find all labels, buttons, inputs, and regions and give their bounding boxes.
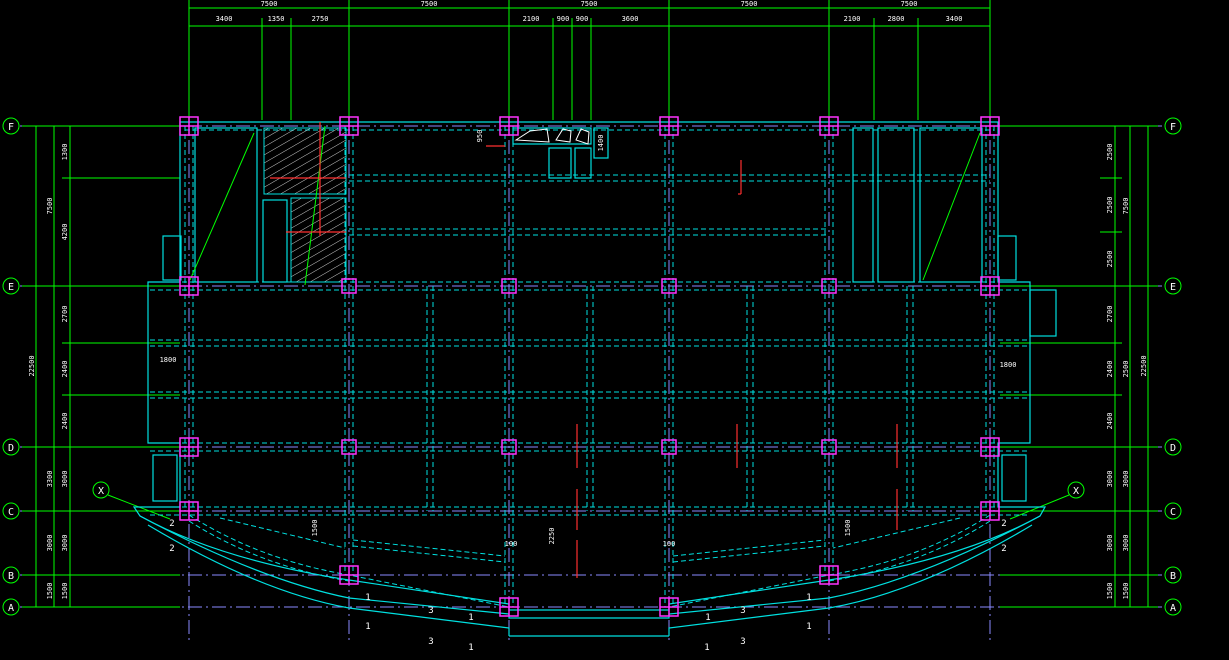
axis-label-D-left: D [8, 443, 14, 454]
dim-1400: 1400 [597, 135, 605, 152]
left-sub-dim-1: 1300 [61, 144, 69, 161]
beam-mark: 1 [705, 613, 710, 623]
axis-label-A-left: A [8, 603, 14, 614]
top-sub-dim-6: 900 [576, 15, 589, 23]
top-sub-dim-4: 2100 [523, 15, 540, 23]
beam-mark: 1 [365, 622, 370, 632]
right-sub-dim-4: 2700 [1106, 306, 1114, 323]
right-sub-dim-7: 3000 [1106, 471, 1114, 488]
axis-label-C-right: C [1170, 507, 1176, 518]
top-dim-2: 7500 [421, 0, 438, 8]
axis-label-F-right: F [1170, 122, 1176, 133]
beam-mark: 1 [365, 593, 370, 603]
axis-label-E-right: E [1170, 282, 1176, 293]
right-dim-1: 7500 [1122, 198, 1130, 215]
stair-dim-right: 1800 [1000, 361, 1017, 369]
beam-mark: 2 [169, 519, 174, 529]
right-dim-2: 3000 [1122, 471, 1130, 488]
axis-label-C-left: C [8, 507, 14, 518]
top-sub-dim-8: 2100 [844, 15, 861, 23]
beam-mark: 1 [468, 643, 473, 653]
right-sub-dim-1: 2500 [1106, 144, 1114, 161]
left-sub-dim-5: 2400 [61, 413, 69, 430]
top-sub-dim-3: 2750 [312, 15, 329, 23]
beam-mark: 1 [806, 622, 811, 632]
top-dim-5: 7500 [901, 0, 918, 8]
right-sub-dim-2: 2500 [1106, 197, 1114, 214]
beam-mark: 2 [1001, 519, 1006, 529]
left-dim-1: 7500 [46, 198, 54, 215]
axis-label-E-left: E [8, 282, 14, 293]
right-sub-dim-9: 1500 [1106, 583, 1114, 600]
beam-mark: 1 [704, 643, 709, 653]
axis-label-A-right: A [1170, 603, 1176, 614]
dim-100-a: 100 [505, 540, 518, 548]
dim-2250: 2250 [548, 528, 556, 545]
left-sub-dim-8: 1500 [61, 583, 69, 600]
right-sub-dim-5: 2400 [1106, 361, 1114, 378]
right-sub-dim-8: 3000 [1106, 535, 1114, 552]
left-dim-3: 3000 [46, 535, 54, 552]
right-sub-dim-6: 2400 [1106, 413, 1114, 430]
dim-950: 950 [476, 130, 484, 143]
top-sub-dim-5: 900 [557, 15, 570, 23]
top-dim-4: 7500 [741, 0, 758, 8]
left-dim-4: 1500 [46, 583, 54, 600]
top-sub-dim-10: 3400 [946, 15, 963, 23]
top-sub-dim-7: 3600 [622, 15, 639, 23]
left-sub-dim-2: 4200 [61, 224, 69, 241]
left-dim-2: 3300 [46, 471, 54, 488]
dim-100-b: 100 [663, 540, 676, 548]
right-mid-dim: 2500 [1122, 361, 1130, 378]
axis-label-B-left: B [8, 571, 14, 582]
right-dim-3: 3000 [1122, 535, 1130, 552]
top-sub-dim-9: 2800 [888, 15, 905, 23]
beam-mark: 1 [468, 613, 473, 623]
axis-label-B-right: B [1170, 571, 1176, 582]
right-sub-dim-3: 2500 [1106, 251, 1114, 268]
structural-floor-plan: 7500 7500 7500 7500 7500 3400 1350 2750 … [0, 0, 1229, 660]
beam-mark: 2 [1001, 544, 1006, 554]
top-dim-1: 7500 [261, 0, 278, 8]
right-dim-4: 1500 [1122, 583, 1130, 600]
beam-mark: 1 [806, 593, 811, 603]
right-total-dim: 22500 [1140, 355, 1148, 376]
top-dim-3: 7500 [581, 0, 598, 8]
axis-label-F-left: F [8, 122, 14, 133]
stair-dim-left: 1800 [160, 356, 177, 364]
beam-mark: 3 [740, 606, 745, 616]
beam-mark: 3 [740, 637, 745, 647]
left-sub-dim-4: 2400 [61, 361, 69, 378]
left-total-dim: 22500 [28, 355, 36, 376]
beam-mark: 2 [169, 544, 174, 554]
beam-mark: 3 [428, 606, 433, 616]
x-label-left: X [98, 486, 104, 497]
left-sub-dim-6: 3000 [61, 471, 69, 488]
top-sub-dim-1: 3400 [216, 15, 233, 23]
axis-label-D-right: D [1170, 443, 1176, 454]
top-sub-dim-2: 1350 [268, 15, 285, 23]
beam-mark: 3 [428, 637, 433, 647]
x-label-right: X [1073, 486, 1079, 497]
left-sub-dim-7: 3000 [61, 535, 69, 552]
left-sub-dim-3: 2700 [61, 306, 69, 323]
dim-1500-left: 1500 [311, 520, 319, 537]
dim-1500-right: 1500 [844, 520, 852, 537]
